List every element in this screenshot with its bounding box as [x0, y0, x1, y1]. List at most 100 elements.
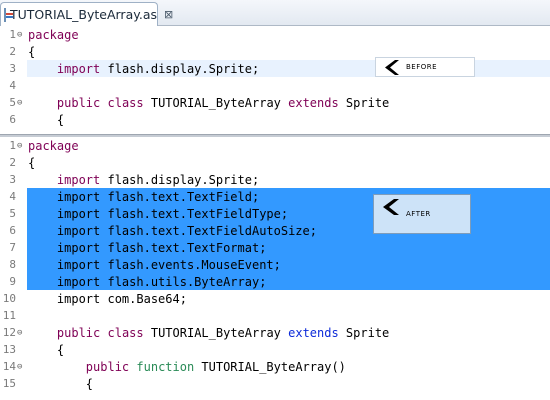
code-line[interactable]: 3 import flash.display.Sprite; — [0, 171, 550, 188]
code-line[interactable]: 8 import flash.events.MouseEvent; — [0, 256, 550, 273]
line-number: 1 — [9, 139, 16, 152]
line-number: 2 — [9, 156, 16, 169]
callout-before-label: BEFORE — [406, 63, 438, 71]
code-line[interactable]: 14 ⊖ public function TUTORIAL_ByteArray() — [0, 358, 550, 375]
code-text: import flash.display.Sprite; — [28, 173, 259, 187]
actionscript-file-icon — [4, 7, 13, 22]
line-number: 3 — [9, 173, 16, 186]
code-token: import flash.text.TextFieldAutoSize; — [28, 223, 317, 238]
tab-filename: TUTORIAL_ByteArray.as — [10, 7, 157, 22]
code-token: TUTORIAL_ByteArray — [143, 325, 289, 340]
fold-toggle-icon[interactable]: ⊖ — [16, 362, 28, 372]
code-panel-after[interactable]: 1 ⊖ package 2{3 import flash.display.Sprite… — [0, 137, 550, 400]
code-token: function — [136, 359, 195, 374]
code-token: Sprite — [338, 95, 390, 110]
code-token: flash.display.Sprite; — [100, 61, 260, 76]
line-number: 4 — [9, 190, 16, 203]
editor-tab[interactable]: TUTORIAL_ByteArray.as ⊠ — [0, 2, 173, 26]
callout-before: BEFORE — [375, 57, 475, 77]
code-text: import flash.text.TextFormat; — [28, 240, 267, 255]
code-token: import — [56, 61, 101, 76]
code-token: public — [56, 95, 101, 110]
code-text: package — [28, 139, 79, 153]
code-text: public class TUTORIAL_ByteArray extends … — [28, 96, 389, 110]
line-number: 9 — [9, 275, 16, 288]
code-line[interactable]: 12 ⊖ public class TUTORIAL_ByteArray exte… — [0, 324, 550, 341]
code-text: { — [28, 343, 64, 357]
line-number: 13 — [2, 343, 16, 356]
code-text: import flash.text.TextField; — [28, 190, 259, 204]
code-panel-before[interactable]: 1 ⊖ package 2{3 import flash.display.Sprite… — [0, 26, 550, 134]
code-line[interactable]: 6 { — [0, 111, 550, 128]
code-token: extends — [288, 325, 339, 340]
line-number: 3 — [9, 62, 16, 75]
code-line[interactable]: 1 ⊖ package — [0, 137, 550, 154]
editor-tab-bar: TUTORIAL_ByteArray.as ⊠ — [0, 0, 550, 26]
code-text: public class TUTORIAL_ByteArray extends … — [28, 326, 389, 340]
code-token: TUTORIAL_ByteArray() — [194, 359, 346, 374]
line-number: 11 — [2, 309, 16, 322]
code-line[interactable]: 13 { — [0, 341, 550, 358]
code-line[interactable]: 4 — [0, 77, 550, 94]
code-token: { — [28, 44, 36, 59]
code-token: { — [28, 376, 94, 391]
line-number: 6 — [9, 224, 16, 237]
code-token: import — [56, 172, 101, 187]
code-line[interactable]: 1 ⊖ package — [0, 26, 550, 43]
code-text: { — [28, 45, 35, 59]
line-number: 1 — [9, 28, 16, 41]
code-line[interactable]: 15 { — [0, 375, 550, 392]
code-token: TUTORIAL_ByteArray — [143, 95, 289, 110]
code-text: { — [28, 156, 35, 170]
code-line[interactable]: 10 import com.Base64; — [0, 290, 550, 307]
line-number: 12 — [2, 326, 16, 339]
code-text: { — [28, 377, 93, 391]
code-token: { — [28, 342, 65, 357]
code-token: extends — [288, 95, 339, 110]
code-line[interactable]: 5 ⊖ public class TUTORIAL_ByteArray exten… — [0, 94, 550, 111]
code-token: package — [28, 27, 79, 42]
code-token: { — [28, 112, 65, 127]
fold-toggle-icon[interactable]: ⊖ — [16, 328, 28, 338]
code-token: import flash.text.TextFieldType; — [28, 206, 289, 221]
code-line[interactable]: 7 import flash.text.TextFormat; — [0, 239, 550, 256]
callout-after-label: AFTER — [406, 210, 431, 218]
code-token: { — [28, 155, 36, 170]
fold-toggle-icon[interactable]: ⊖ — [16, 98, 28, 108]
tab-close-icon[interactable]: ⊠ — [164, 8, 173, 21]
code-token: import flash.text.TextFormat; — [28, 240, 267, 255]
code-text: { — [28, 113, 64, 127]
line-number: 5 — [9, 207, 16, 220]
code-text: import flash.utils.ByteArray; — [28, 274, 267, 289]
code-text: import flash.text.TextFieldAutoSize; — [28, 224, 317, 238]
code-token: public — [56, 325, 101, 340]
code-line[interactable]: 9 import flash.utils.ByteArray; — [0, 273, 550, 290]
code-text: import flash.text.TextFieldType; — [28, 207, 288, 221]
callout-after: AFTER — [373, 194, 471, 234]
line-number: 6 — [9, 113, 16, 126]
code-token: public — [85, 359, 130, 374]
code-line[interactable]: 2{ — [0, 154, 550, 171]
code-token: import flash.utils.ByteArray; — [28, 274, 267, 289]
code-line[interactable]: 11 — [0, 307, 550, 324]
code-text: import flash.events.MouseEvent; — [28, 258, 281, 272]
code-token: package — [28, 138, 79, 153]
line-number: 4 — [9, 79, 16, 92]
code-token: import flash.text.TextField; — [28, 189, 260, 204]
code-token: class — [107, 325, 144, 340]
line-number: 7 — [9, 241, 16, 254]
code-text: import flash.display.Sprite; — [28, 62, 259, 76]
code-text: import com.Base64; — [28, 292, 187, 306]
fold-toggle-icon[interactable]: ⊖ — [16, 30, 28, 40]
fold-toggle-icon[interactable]: ⊖ — [16, 141, 28, 151]
code-token: import com.Base64; — [28, 291, 187, 306]
line-number: 8 — [9, 258, 16, 271]
line-number: 2 — [9, 45, 16, 58]
